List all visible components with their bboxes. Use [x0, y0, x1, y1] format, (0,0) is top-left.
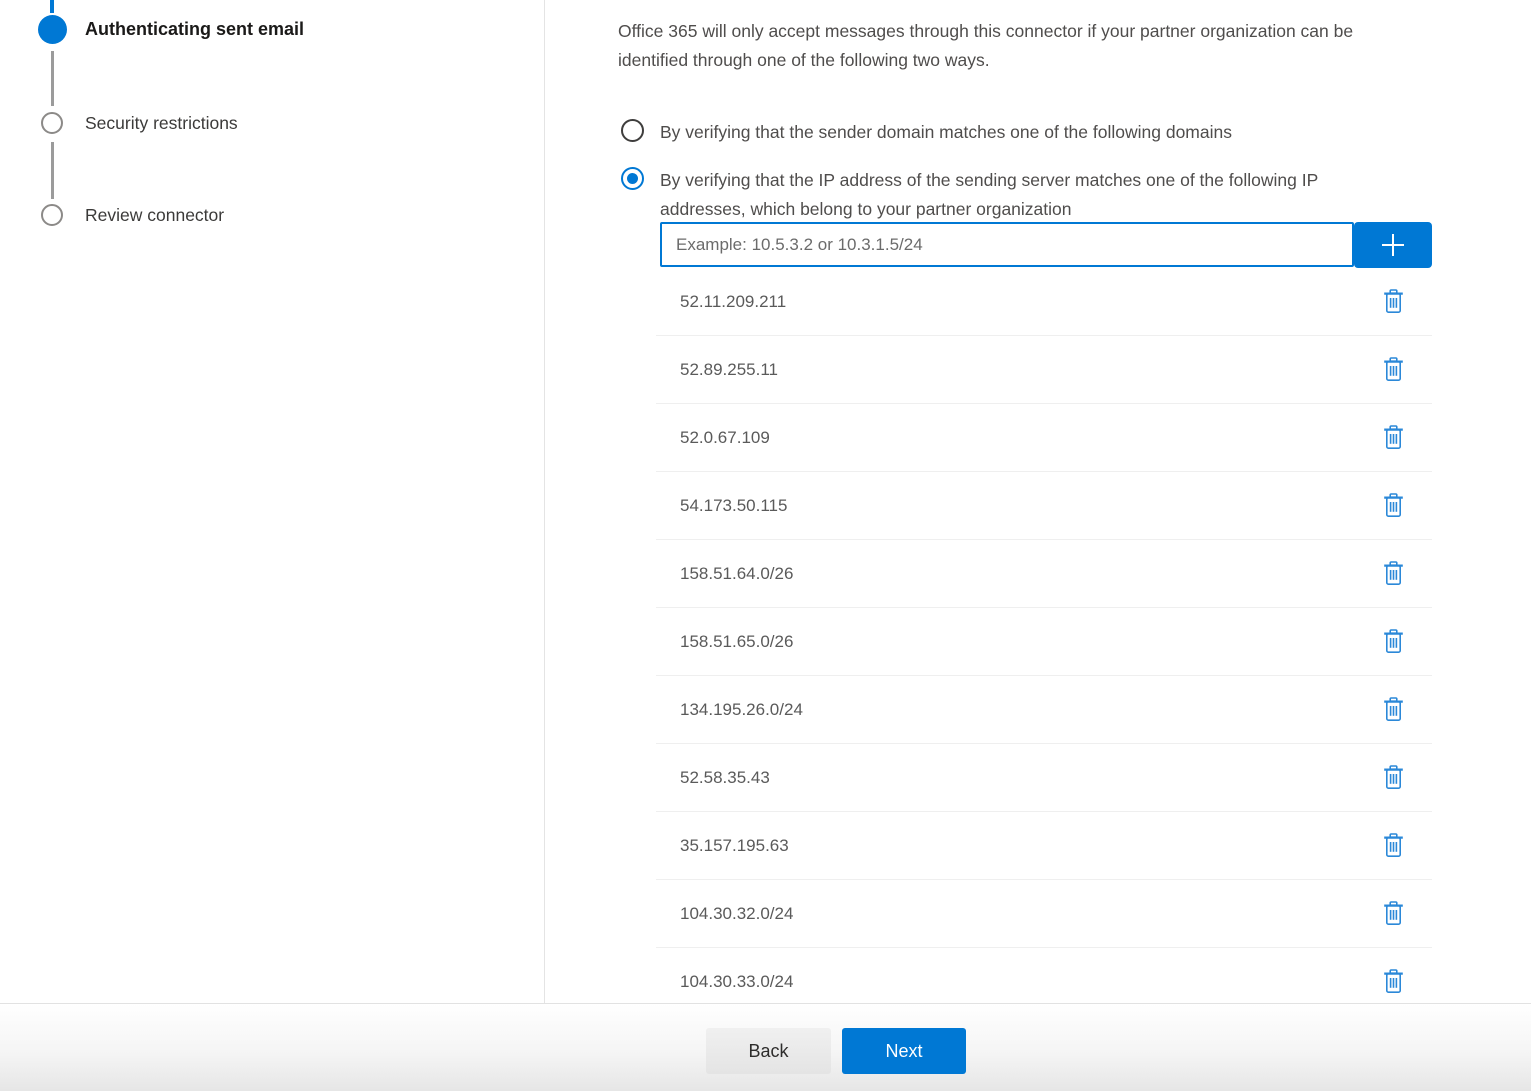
- ip-value: 35.157.195.63: [680, 836, 789, 856]
- radio-sender-domain[interactable]: [621, 119, 644, 142]
- ip-value: 158.51.65.0/26: [680, 632, 793, 652]
- radio-ip-address-label-line: addresses, which belong to your partner …: [660, 195, 1318, 224]
- delete-ip-button[interactable]: [1381, 695, 1406, 724]
- stepper-connector-2: [51, 142, 54, 199]
- ip-value: 52.11.209.211: [680, 292, 786, 312]
- back-button[interactable]: Back: [706, 1028, 831, 1074]
- ip-row: 35.157.195.63: [656, 812, 1432, 880]
- radio-ip-address-label-line: By verifying that the IP address of the …: [660, 166, 1318, 195]
- stepper-connector-1: [51, 51, 54, 106]
- wizard-stepper-sidebar: Authenticating sent email Security restr…: [0, 0, 545, 1003]
- delete-ip-button[interactable]: [1381, 899, 1406, 928]
- step-open-dot: [41, 112, 63, 134]
- ip-row: 54.173.50.115: [656, 472, 1432, 540]
- ip-value: 158.51.64.0/26: [680, 564, 793, 584]
- trash-icon: [1383, 901, 1404, 926]
- step-authenticating-sent-email: Authenticating sent email: [85, 19, 304, 40]
- plus-icon: [1377, 229, 1409, 261]
- trash-icon: [1383, 629, 1404, 654]
- step-security-restrictions: Security restrictions: [85, 113, 238, 134]
- description-line: Office 365 will only accept messages thr…: [618, 17, 1353, 46]
- trash-icon: [1383, 493, 1404, 518]
- delete-ip-button[interactable]: [1381, 763, 1406, 792]
- trash-icon: [1383, 425, 1404, 450]
- main-content: Office 365 will only accept messages thr…: [546, 0, 1531, 1003]
- step-open-dot: [41, 204, 63, 226]
- delete-ip-button[interactable]: [1381, 491, 1406, 520]
- trash-icon: [1383, 357, 1404, 382]
- ip-value: 54.173.50.115: [680, 496, 787, 516]
- radio-ip-address-label[interactable]: By verifying that the IP address of the …: [660, 166, 1318, 223]
- trash-icon: [1383, 833, 1404, 858]
- delete-ip-button[interactable]: [1381, 627, 1406, 656]
- ip-row: 52.89.255.11: [656, 336, 1432, 404]
- ip-row: 158.51.64.0/26: [656, 540, 1432, 608]
- trash-icon: [1383, 561, 1404, 586]
- ip-row: 104.30.32.0/24: [656, 880, 1432, 948]
- connector-wizard-screen: Authenticating sent email Security restr…: [0, 0, 1531, 1091]
- ip-address-input[interactable]: [660, 222, 1354, 267]
- ip-value: 134.195.26.0/24: [680, 700, 803, 720]
- wizard-footer: Back Next: [0, 1003, 1531, 1091]
- stepper-connector-top: [50, 0, 54, 13]
- ip-row: 158.51.65.0/26: [656, 608, 1432, 676]
- ip-row: 52.58.35.43: [656, 744, 1432, 812]
- delete-ip-button[interactable]: [1381, 559, 1406, 588]
- description-line: identified through one of the following …: [618, 46, 1353, 75]
- delete-ip-button[interactable]: [1381, 423, 1406, 452]
- delete-ip-button[interactable]: [1381, 355, 1406, 384]
- next-button[interactable]: Next: [842, 1028, 966, 1074]
- radio-ip-address[interactable]: [621, 167, 644, 190]
- delete-ip-button[interactable]: [1381, 831, 1406, 860]
- ip-row: 52.11.209.211: [656, 268, 1432, 336]
- step-current-dot: [38, 15, 67, 44]
- ip-row: 52.0.67.109: [656, 404, 1432, 472]
- trash-icon: [1383, 969, 1404, 994]
- ip-value: 52.0.67.109: [680, 428, 770, 448]
- add-ip-button[interactable]: [1354, 222, 1432, 268]
- page-description: Office 365 will only accept messages thr…: [618, 17, 1353, 74]
- ip-value: 52.58.35.43: [680, 768, 770, 788]
- ip-value: 104.30.33.0/24: [680, 972, 793, 992]
- trash-icon: [1383, 697, 1404, 722]
- trash-icon: [1383, 765, 1404, 790]
- delete-ip-button[interactable]: [1381, 287, 1406, 316]
- ip-row: 134.195.26.0/24: [656, 676, 1432, 744]
- ip-list: 52.11.209.211 52.89.255.11: [656, 268, 1432, 1003]
- delete-ip-button[interactable]: [1381, 967, 1406, 996]
- ip-value: 104.30.32.0/24: [680, 904, 793, 924]
- step-review-connector: Review connector: [85, 205, 224, 226]
- trash-icon: [1383, 289, 1404, 314]
- ip-row: 104.30.33.0/24: [656, 948, 1432, 1003]
- ip-value: 52.89.255.11: [680, 360, 778, 380]
- radio-sender-domain-label[interactable]: By verifying that the sender domain matc…: [660, 118, 1232, 147]
